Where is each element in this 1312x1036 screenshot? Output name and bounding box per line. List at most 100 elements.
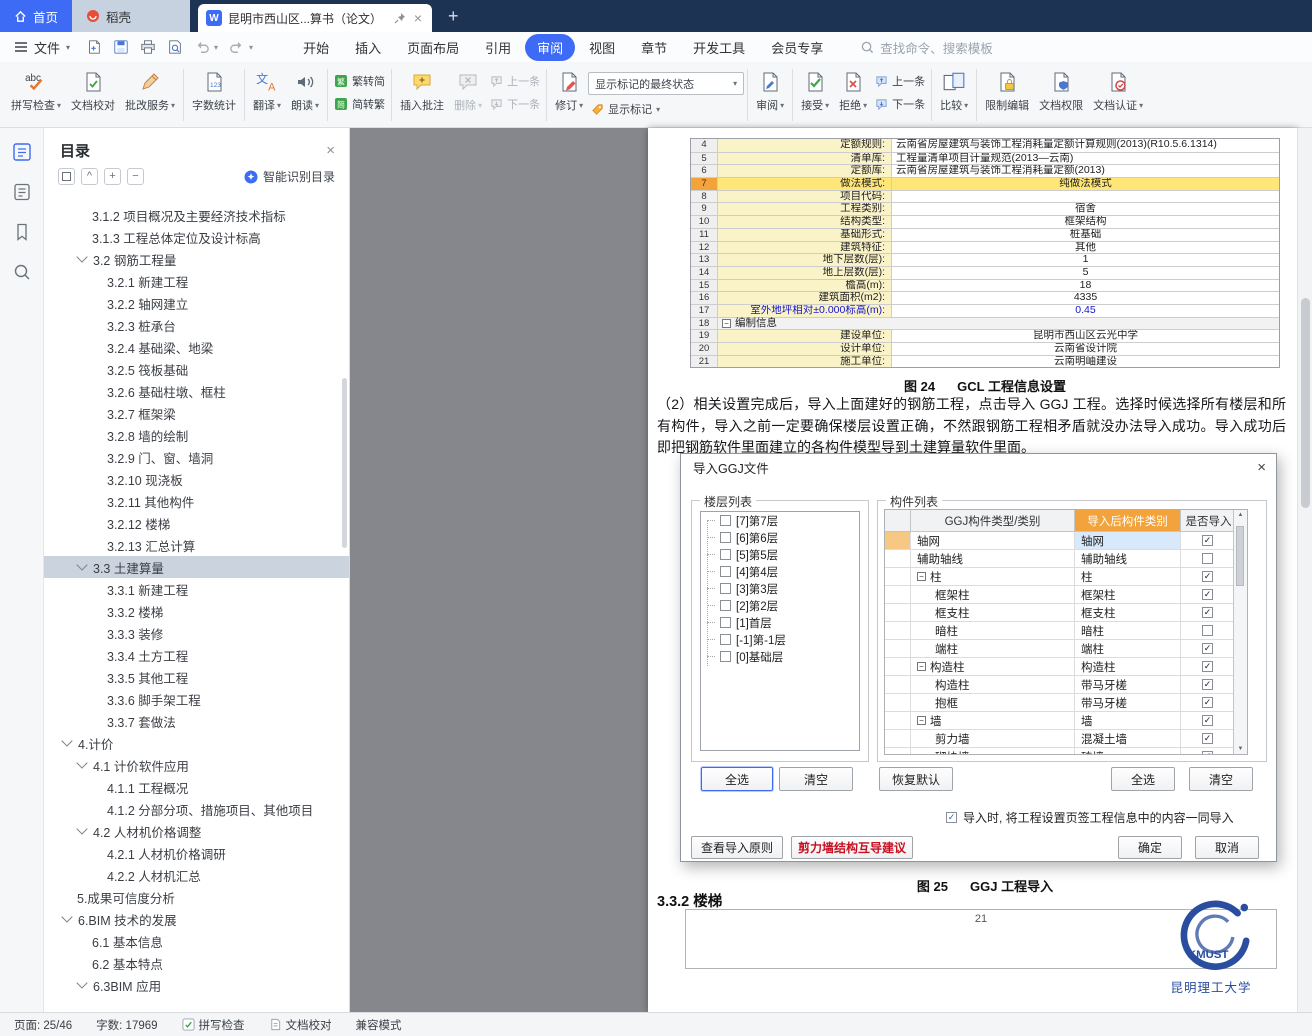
new-tab-button[interactable]: + — [432, 0, 475, 32]
print-preview-icon[interactable] — [167, 39, 183, 55]
show-markup-button[interactable]: 显示标记 ▾ — [588, 100, 744, 118]
next-comment-button[interactable]: 下一条 — [487, 95, 543, 113]
collapse-level-button[interactable]: − — [127, 168, 144, 185]
delete-comment-button[interactable]: 删除 ▾ — [449, 67, 487, 116]
outline-item[interactable]: 3.2.13 汇总计算 — [44, 534, 349, 556]
outline-item[interactable]: 3.3.3 装修 — [44, 622, 349, 644]
document-permissions-button[interactable]: 文档权限 — [1034, 67, 1088, 116]
next-change-button[interactable]: 下一条 — [872, 95, 928, 113]
document-page[interactable]: 4 定额规则: 云南省房屋建筑与装饰工程消耗量定额计算规则(2013)(R10.5.… — [648, 128, 1298, 1012]
outline-scrollbar-thumb[interactable] — [342, 378, 347, 548]
figure-24-caption[interactable]: 图 24 GCL 工程信息设置 — [690, 376, 1280, 395]
outline-item[interactable]: 3.3.7 套做法 — [44, 710, 349, 732]
outline-item[interactable]: 3.3.5 其他工程 — [44, 666, 349, 688]
compare-button[interactable]: 比较 ▾ — [935, 67, 973, 116]
document-scrollbar-thumb[interactable] — [1301, 298, 1310, 508]
outline-item[interactable]: 3.2.9 门、窗、墙洞 — [44, 446, 349, 468]
proofread-button[interactable]: 文档校对 — [66, 67, 120, 116]
correction-service-button[interactable]: 批改服务 ▾ — [120, 67, 180, 116]
outline-item[interactable]: 3.2.7 框架梁 — [44, 402, 349, 424]
outline-item[interactable]: 3.3 土建算量 — [44, 556, 349, 578]
search-panel-icon[interactable] — [12, 262, 32, 282]
outline-item[interactable]: 3.2.5 筏板基础 — [44, 358, 349, 380]
outline-item[interactable]: 5.成果可信度分析 — [44, 886, 349, 908]
read-aloud-button[interactable]: 朗读 ▾ — [286, 67, 324, 116]
redo-icon[interactable] — [229, 40, 245, 54]
status-compat-mode[interactable]: 兼容模式 — [356, 1017, 402, 1033]
undo-icon[interactable] — [194, 40, 210, 54]
previous-change-button[interactable]: 上一条 — [872, 72, 928, 90]
spellcheck-button[interactable]: abc 拼写检查 ▾ — [6, 67, 66, 116]
smart-outline-toggle[interactable]: 智能识别目录 — [244, 168, 335, 185]
word-count-button[interactable]: 123 字数统计 — [187, 67, 241, 116]
tab-home[interactable]: 首页 — [0, 0, 73, 32]
status-word-count[interactable]: 字数: 17969 — [96, 1017, 157, 1033]
expand-level-button[interactable]: + — [104, 168, 121, 185]
outline-item[interactable]: 4.2.2 人材机汇总 — [44, 864, 349, 886]
track-changes-button[interactable]: 修订 ▾ — [550, 67, 588, 116]
outline-item[interactable]: 3.1.3 工程总体定位及设计标高 — [44, 226, 349, 248]
menu-start[interactable]: 开始 — [291, 34, 341, 61]
bookmark-icon[interactable] — [12, 222, 32, 242]
import-ggj-dialog-figure[interactable]: 导入GGJ文件 × 楼层列表 [7]第7层 [6]第6层 [5]第5层 [4]第4层[… — [680, 453, 1277, 862]
traditional-to-simplified-button[interactable]: 繁 繁转简 — [331, 72, 388, 90]
collapse-all-button[interactable]: ^ — [81, 168, 98, 185]
gcl-info-table-figure[interactable]: 4 定额规则: 云南省房屋建筑与装饰工程消耗量定额计算规则(2013)(R10.5.… — [690, 138, 1280, 369]
reject-change-button[interactable]: 拒绝 ▾ — [834, 67, 872, 116]
outline-item[interactable]: 4.2.1 人材机价格调研 — [44, 842, 349, 864]
task-list-icon[interactable] — [12, 182, 32, 202]
tab-close-icon[interactable]: × — [412, 10, 424, 26]
outline-item[interactable]: 4.计价 — [44, 732, 349, 754]
outline-item[interactable]: 3.2.8 墙的绘制 — [44, 424, 349, 446]
menu-page-layout[interactable]: 页面布局 — [395, 34, 471, 61]
undo-dropdown-icon[interactable]: ▾ — [214, 43, 218, 52]
outline-item[interactable]: 4.2 人材机价格调整 — [44, 820, 349, 842]
translate-button[interactable]: 文A 翻译 ▾ — [248, 67, 286, 116]
outline-item[interactable]: 3.3.2 楼梯 — [44, 600, 349, 622]
tab-document[interactable]: W 昆明市西山区...算书（论文） × — [198, 4, 433, 32]
menu-section[interactable]: 章节 — [629, 34, 679, 61]
menu-references[interactable]: 引用 — [473, 34, 523, 61]
file-menu[interactable]: 文件 ▾ — [0, 38, 78, 57]
close-icon[interactable]: × — [326, 142, 335, 159]
outline-item[interactable]: 3.3.4 土方工程 — [44, 644, 349, 666]
accept-change-button[interactable]: 接受 ▾ — [796, 67, 834, 116]
status-spellcheck[interactable]: 拼写检查 — [182, 1017, 245, 1033]
markup-state-select[interactable]: 显示标记的最终状态 ▾ — [588, 72, 745, 95]
outline-item[interactable]: 3.2.6 基础柱墩、框柱 — [44, 380, 349, 402]
outline-item[interactable]: 4.1.2 分部分项、措施项目、其他项目 — [44, 798, 349, 820]
pin-icon[interactable] — [394, 12, 406, 24]
outline-item[interactable]: 3.2.12 楼梯 — [44, 512, 349, 534]
outline-item[interactable]: 3.2.11 其他构件 — [44, 490, 349, 512]
menu-view[interactable]: 视图 — [577, 34, 627, 61]
new-document-icon[interactable] — [86, 39, 102, 55]
outline-item[interactable]: 3.2 钢筋工程量 — [44, 248, 349, 270]
menu-insert[interactable]: 插入 — [343, 34, 393, 61]
document-certify-button[interactable]: 文档认证 ▾ — [1088, 67, 1148, 116]
insert-comment-button[interactable]: 插入批注 — [395, 67, 449, 116]
outline-item[interactable]: 6.1 基本信息 — [44, 930, 349, 952]
body-paragraph[interactable]: （2）相关设置完成后，导入上面建好的钢筋工程，点击导入 GGJ 工程。选择时候选… — [657, 394, 1286, 459]
outline-item[interactable]: 3.2.1 新建工程 — [44, 270, 349, 292]
restrict-editing-button[interactable]: 限制编辑 — [980, 67, 1034, 116]
print-icon[interactable] — [140, 39, 156, 55]
menu-member[interactable]: 会员专享 — [759, 34, 835, 61]
menu-review[interactable]: 审阅 — [525, 33, 576, 61]
outline-item[interactable]: 3.2.3 桩承台 — [44, 314, 349, 336]
document-scrollbar[interactable] — [1297, 128, 1312, 1012]
section-heading[interactable]: 3.3.2 楼梯 — [657, 890, 722, 911]
simplified-to-traditional-button[interactable]: 简 简转繁 — [331, 95, 388, 113]
menu-dev-tools[interactable]: 开发工具 — [681, 34, 757, 61]
outline-item[interactable]: 3.2.10 现浇板 — [44, 468, 349, 490]
command-search[interactable]: 查找命令、搜索模板 — [861, 38, 993, 57]
tab-docer[interactable]: 稻壳 — [72, 0, 191, 32]
outline-item[interactable]: 3.2.4 基础梁、地梁 — [44, 336, 349, 358]
outline-panel-icon[interactable] — [12, 142, 32, 162]
outline-item[interactable]: 3.2.2 轴网建立 — [44, 292, 349, 314]
save-icon[interactable] — [113, 39, 129, 55]
outline-item[interactable]: 6.BIM 技术的发展 — [44, 908, 349, 930]
outline-select-button[interactable] — [58, 168, 75, 185]
redo-dropdown-icon[interactable]: ▾ — [249, 43, 253, 52]
figure-25-caption[interactable]: 图 25 GGJ 工程导入 — [690, 876, 1280, 895]
outline-item[interactable]: 6.2 基本特点 — [44, 952, 349, 974]
